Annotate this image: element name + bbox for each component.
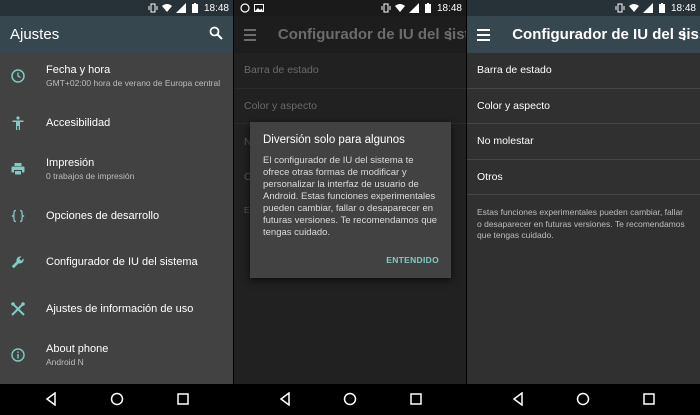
setting-developer-options[interactable]: Opciones de desarrollo: [0, 193, 233, 240]
tuner-item-status-bar[interactable]: Barra de estado: [234, 53, 466, 89]
navigation-bar: [0, 384, 700, 415]
back-icon[interactable]: [511, 391, 525, 407]
app-bar: Ajustes: [0, 16, 233, 53]
dialog-title: Diversión solo para algunos: [263, 134, 405, 146]
wrench-icon: [10, 254, 26, 270]
whatsapp-icon: [240, 3, 250, 13]
status-time: 18:48: [670, 2, 696, 14]
wifi-icon: [394, 3, 405, 13]
setting-usage-info[interactable]: Ajustes de información de uso: [0, 286, 233, 333]
setting-label: Accesibilidad: [46, 116, 111, 129]
recents-icon[interactable]: [409, 392, 423, 406]
print-icon: [10, 161, 26, 177]
wifi-icon: [628, 3, 639, 13]
setting-about-phone[interactable]: About phone Android N: [0, 332, 233, 379]
experimental-note: Estas funciones experimentales pueden ca…: [477, 207, 685, 240]
home-icon[interactable]: [110, 392, 124, 406]
tuner-item-do-not-disturb[interactable]: No molestar: [467, 124, 700, 160]
menu-icon[interactable]: [477, 28, 491, 41]
vibrate-icon: [148, 3, 158, 13]
status-bar: 18:48: [234, 0, 466, 16]
got-it-button[interactable]: ENTENDIDO: [386, 255, 439, 265]
page-title: Configurador de IU del sistema: [277, 26, 466, 43]
page-title: Ajustes: [10, 26, 60, 43]
tuner-item-other[interactable]: Otros: [467, 160, 700, 195]
tuner-item-color[interactable]: Color y aspecto: [234, 89, 466, 124]
setting-summary: 0 trabajos de impresión: [46, 171, 135, 182]
signal-icon: [175, 3, 186, 13]
tuner-list: Barra de estado Color y aspecto: [234, 53, 466, 124]
setting-label: Ajustes de información de uso: [46, 302, 194, 315]
status-bar: 18:48: [0, 0, 233, 16]
tools-icon: [10, 301, 26, 317]
setting-system-ui-tuner[interactable]: Configurador de IU del sistema: [0, 239, 233, 286]
vibrate-icon: [381, 3, 391, 13]
overflow-menu-icon[interactable]: [442, 26, 458, 42]
info-icon: [10, 347, 26, 363]
setting-label: Opciones de desarrollo: [46, 209, 160, 222]
settings-list: Fecha y hora GMT+02:00 hora de verano de …: [0, 53, 233, 379]
home-icon[interactable]: [576, 392, 590, 406]
clock-icon: [10, 68, 26, 84]
image-icon: [254, 3, 264, 13]
overflow-menu-icon[interactable]: [676, 26, 692, 42]
setting-accessibility[interactable]: Accesibilidad: [0, 100, 233, 147]
back-icon[interactable]: [278, 391, 292, 407]
menu-icon[interactable]: [244, 28, 256, 41]
recents-icon[interactable]: [642, 392, 656, 406]
app-bar: Configurador de IU del sistema: [234, 16, 466, 53]
home-icon[interactable]: [343, 392, 357, 406]
search-icon[interactable]: [209, 26, 225, 42]
wifi-icon: [161, 3, 172, 13]
divider: [233, 0, 234, 384]
setting-label: Impresión: [46, 157, 95, 170]
accessibility-icon: [10, 115, 26, 131]
tuner-screen: 18:48 Configurador de IU del sis... Barr…: [467, 0, 700, 384]
setting-label: Configurador de IU del sistema: [46, 256, 198, 269]
partial-note-text: E: [244, 206, 250, 215]
setting-date-time[interactable]: Fecha y hora GMT+02:00 hora de verano de …: [0, 53, 233, 100]
battery-icon: [423, 3, 433, 13]
warning-dialog: Diversión solo para algunos El configura…: [250, 122, 451, 278]
status-time: 18:48: [436, 2, 462, 14]
setting-label: Fecha y hora: [46, 64, 111, 77]
divider: [466, 0, 467, 384]
tuner-item-status-bar[interactable]: Barra de estado: [467, 53, 700, 89]
tuner-list: Barra de estado Color y aspecto No moles…: [467, 53, 700, 195]
tuner-dialog-screen: 18:48 Configurador de IU del sistema Bar…: [234, 0, 466, 384]
battery-icon: [190, 3, 200, 13]
app-bar: Configurador de IU del sis...: [467, 16, 700, 53]
settings-screen: 18:48 Ajustes Fecha y hora GMT+02:00 hora…: [0, 0, 233, 384]
status-bar: 18:48: [467, 0, 700, 16]
battery-icon: [657, 3, 667, 13]
vibrate-icon: [615, 3, 625, 13]
back-icon[interactable]: [44, 391, 58, 407]
tuner-item-color[interactable]: Color y aspecto: [467, 89, 700, 124]
page-title: Configurador de IU del sis...: [512, 26, 700, 43]
signal-icon: [642, 3, 653, 13]
setting-label: About phone: [46, 343, 109, 356]
setting-summary: Android N: [46, 357, 84, 368]
setting-summary: GMT+02:00 hora de verano de Europa centr…: [46, 78, 221, 89]
recents-icon[interactable]: [176, 392, 190, 406]
dialog-message: El configurador de IU del sistema te ofr…: [263, 155, 438, 238]
braces-icon: [10, 208, 26, 224]
status-time: 18:48: [203, 2, 229, 14]
setting-printing[interactable]: Impresión 0 trabajos de impresión: [0, 146, 233, 193]
signal-icon: [408, 3, 419, 13]
